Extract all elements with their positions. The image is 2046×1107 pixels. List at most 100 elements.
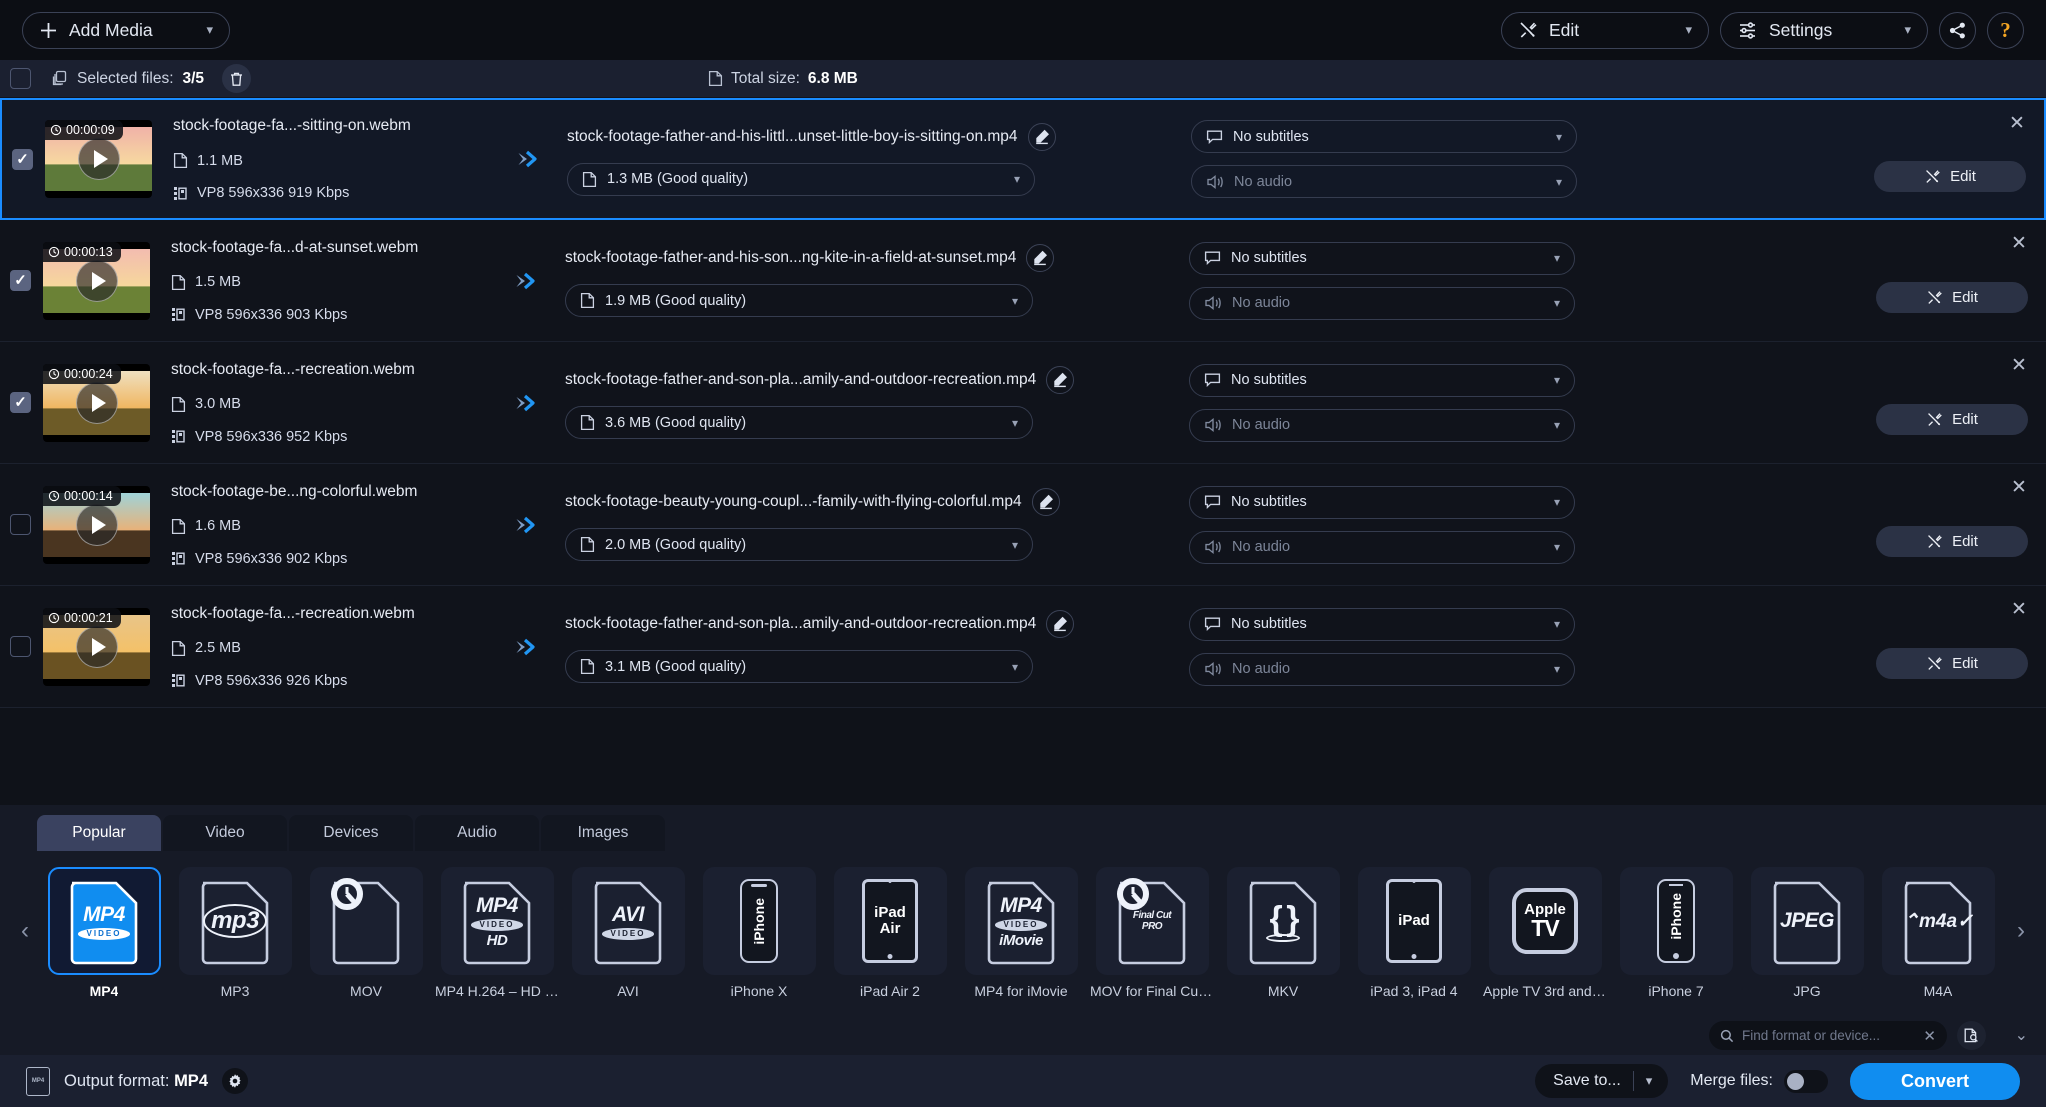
edit-file-button[interactable]: Edit bbox=[1876, 526, 2028, 557]
quality-dropdown[interactable]: 2.0 MB (Good quality) ▾ bbox=[565, 528, 1033, 561]
subtitles-dropdown[interactable]: No subtitles ▾ bbox=[1189, 485, 1575, 519]
file-row[interactable]: 00:00:13 stock-footage-fa...d-at-sunset.… bbox=[0, 220, 2046, 342]
convert-button[interactable]: Convert bbox=[1850, 1062, 2020, 1100]
ipad-device-icon: iPad bbox=[1386, 879, 1442, 963]
subtitles-icon bbox=[1204, 372, 1221, 388]
quality-label: 1.3 MB (Good quality) bbox=[607, 171, 749, 187]
file-row[interactable]: 00:00:09 stock-footage-fa...-sitting-on.… bbox=[0, 98, 2046, 220]
format-tile-jpg[interactable]: JPEG JPG bbox=[1743, 863, 1871, 999]
remove-file-button[interactable]: ✕ bbox=[2008, 114, 2026, 133]
video-thumbnail[interactable]: 00:00:14 bbox=[43, 485, 150, 564]
video-thumbnail[interactable]: 00:00:24 bbox=[43, 363, 150, 442]
rename-output-button[interactable] bbox=[1046, 610, 1075, 638]
rename-output-button[interactable] bbox=[1031, 488, 1060, 516]
format-tile-mp4[interactable]: MP4 VIDEO MP4 bbox=[40, 863, 168, 999]
merge-files-toggle[interactable] bbox=[1784, 1069, 1828, 1093]
file-select-checkbox[interactable] bbox=[10, 392, 31, 413]
output-settings-button[interactable] bbox=[222, 1068, 248, 1094]
audio-label: No audio bbox=[1232, 661, 1291, 677]
file-select-checkbox[interactable] bbox=[10, 636, 31, 657]
preset-search-button[interactable] bbox=[1957, 1021, 1986, 1050]
file-icon bbox=[171, 518, 186, 535]
format-tile-iphone-x[interactable]: iPhone iPhone X bbox=[695, 863, 823, 999]
file-select-checkbox[interactable] bbox=[10, 270, 31, 291]
format-tile-mp3[interactable]: mp3 MP3 bbox=[171, 863, 299, 999]
format-tile-mov-for-final-cut[interactable]: Final Cut PRO MOV for Final Cut ... bbox=[1088, 863, 1216, 999]
quality-dropdown[interactable]: 1.9 MB (Good quality) ▾ bbox=[565, 284, 1033, 317]
subtitles-dropdown[interactable]: No subtitles ▾ bbox=[1189, 363, 1575, 397]
settings-menu-button[interactable]: Settings ▾ bbox=[1720, 11, 1928, 49]
edit-file-button[interactable]: Edit bbox=[1876, 648, 2028, 679]
tab-popular[interactable]: Popular bbox=[37, 815, 161, 851]
delete-selected-button[interactable] bbox=[222, 64, 252, 93]
search-input[interactable] bbox=[1742, 1028, 1916, 1043]
play-icon[interactable] bbox=[75, 259, 118, 302]
play-icon[interactable] bbox=[75, 503, 118, 546]
scroll-right-button[interactable]: › bbox=[2006, 851, 2036, 1011]
subtitles-dropdown[interactable]: No subtitles ▾ bbox=[1189, 241, 1575, 275]
format-tile-avi[interactable]: AVI VIDEO AVI bbox=[564, 863, 692, 999]
collapse-panel-button[interactable]: ⌄ bbox=[2015, 1025, 2028, 1045]
tab-devices[interactable]: Devices bbox=[289, 815, 413, 851]
audio-dropdown[interactable]: No audio ▾ bbox=[1189, 408, 1575, 442]
tab-video[interactable]: Video bbox=[163, 815, 287, 851]
source-file-size: 1.6 MB bbox=[171, 518, 489, 535]
rename-output-button[interactable] bbox=[1046, 366, 1075, 394]
format-tile-mp4-h-264-hd-7[interactable]: MP4 VIDEO HD MP4 H.264 – HD 7... bbox=[433, 863, 561, 999]
play-icon[interactable] bbox=[75, 381, 118, 424]
format-tile-ipad-3-ipad-4[interactable]: iPad iPad 3, iPad 4 bbox=[1350, 863, 1478, 999]
edit-file-button[interactable]: Edit bbox=[1876, 404, 2028, 435]
remove-file-button[interactable]: ✕ bbox=[2010, 356, 2028, 375]
remove-file-button[interactable]: ✕ bbox=[2010, 600, 2028, 619]
play-icon[interactable] bbox=[77, 138, 120, 180]
tab-images[interactable]: Images bbox=[541, 815, 665, 851]
file-row[interactable]: 00:00:21 stock-footage-fa...-recreation.… bbox=[0, 586, 2046, 708]
edit-file-button[interactable]: Edit bbox=[1876, 282, 2028, 313]
format-tile-ipad-air-2[interactable]: iPad Air iPad Air 2 bbox=[826, 863, 954, 999]
chevron-down-icon: ▾ bbox=[1011, 659, 1018, 674]
quality-dropdown[interactable]: 3.6 MB (Good quality) ▾ bbox=[565, 406, 1033, 439]
total-size-info: Total size: 6.8 MB bbox=[708, 70, 858, 88]
file-select-checkbox[interactable] bbox=[12, 148, 33, 170]
play-icon[interactable] bbox=[75, 625, 118, 668]
clear-search-icon[interactable]: ✕ bbox=[1923, 1027, 1936, 1045]
file-row[interactable]: 00:00:24 stock-footage-fa...-recreation.… bbox=[0, 342, 2046, 464]
video-thumbnail[interactable]: 00:00:09 bbox=[45, 120, 152, 198]
add-media-button[interactable]: Add Media ▾ bbox=[22, 11, 230, 49]
edit-file-button[interactable]: Edit bbox=[1874, 160, 2026, 192]
remove-file-button[interactable]: ✕ bbox=[2010, 478, 2028, 497]
subtitles-dropdown[interactable]: No subtitles ▾ bbox=[1189, 607, 1575, 641]
video-thumbnail[interactable]: 00:00:21 bbox=[43, 607, 150, 686]
video-thumbnail[interactable]: 00:00:13 bbox=[43, 241, 150, 320]
remove-file-button[interactable]: ✕ bbox=[2010, 234, 2028, 253]
status-bar-actions: Save to... ▾ Merge files: Convert bbox=[1535, 1062, 2020, 1100]
share-button[interactable] bbox=[1939, 11, 1976, 49]
audio-dropdown[interactable]: No audio ▾ bbox=[1191, 165, 1577, 198]
merge-files-label: Merge files: bbox=[1690, 1072, 1773, 1089]
edit-menu-button[interactable]: Edit ▾ bbox=[1501, 11, 1709, 49]
format-tile-mkv[interactable]: { } MKV bbox=[1219, 863, 1347, 999]
format-tile-iphone-7[interactable]: iPhone iPhone 7 bbox=[1612, 863, 1740, 999]
conversion-arrow-icon bbox=[489, 636, 555, 658]
file-select-checkbox[interactable] bbox=[10, 514, 31, 535]
scroll-left-button[interactable]: ‹ bbox=[10, 851, 40, 1011]
rename-output-button[interactable] bbox=[1027, 122, 1056, 151]
save-to-button[interactable]: Save to... ▾ bbox=[1535, 1064, 1669, 1098]
toggle-knob bbox=[1787, 1072, 1804, 1090]
format-search-box[interactable]: ✕ bbox=[1709, 1021, 1947, 1050]
format-tile-apple-tv-3rd-and[interactable]: Apple TV Apple TV 3rd and ... bbox=[1481, 863, 1609, 999]
tab-audio[interactable]: Audio bbox=[415, 815, 539, 851]
select-all-checkbox[interactable] bbox=[10, 68, 31, 89]
file-row[interactable]: 00:00:14 stock-footage-be...ng-colorful.… bbox=[0, 464, 2046, 586]
format-tile-mp4-for-imovie[interactable]: MP4 VIDEO iMovie MP4 for iMovie bbox=[957, 863, 1085, 999]
audio-dropdown[interactable]: No audio ▾ bbox=[1189, 530, 1575, 564]
audio-dropdown[interactable]: No audio ▾ bbox=[1189, 652, 1575, 686]
quality-dropdown[interactable]: 1.3 MB (Good quality) ▾ bbox=[567, 162, 1035, 196]
quality-dropdown[interactable]: 3.1 MB (Good quality) ▾ bbox=[565, 650, 1033, 683]
audio-dropdown[interactable]: No audio ▾ bbox=[1189, 286, 1575, 320]
format-tile-m4a[interactable]: ⌃m4a✓ M4A bbox=[1874, 863, 2002, 999]
help-button[interactable]: ? bbox=[1987, 11, 2024, 49]
format-tile-mov[interactable]: MOV bbox=[302, 863, 430, 999]
subtitles-dropdown[interactable]: No subtitles ▾ bbox=[1191, 120, 1577, 153]
rename-output-button[interactable] bbox=[1026, 244, 1055, 272]
